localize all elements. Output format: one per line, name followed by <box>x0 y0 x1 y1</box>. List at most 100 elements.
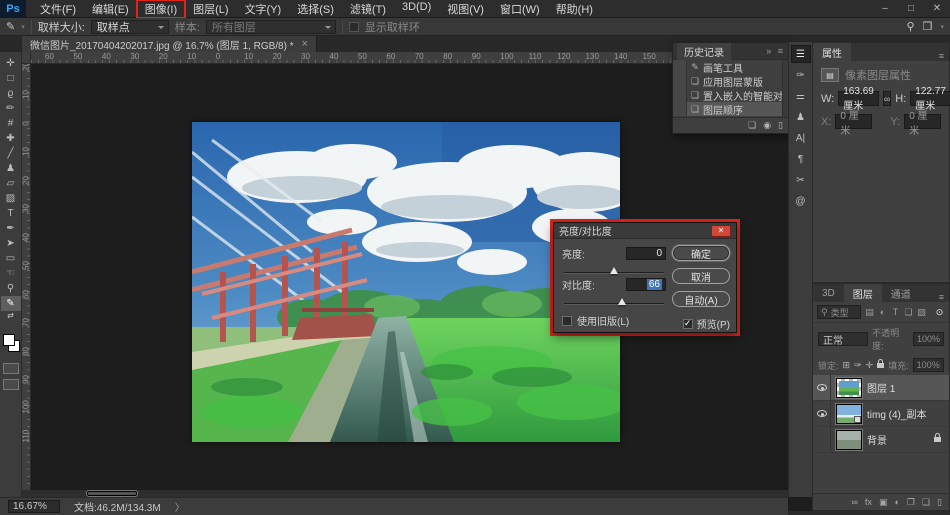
screen-mode-button[interactable] <box>3 379 19 390</box>
ok-button[interactable]: 确定 <box>672 245 730 261</box>
lock-position-icon[interactable]: ✛ <box>866 360 874 371</box>
libraries-panel-icon[interactable]: @ <box>791 192 811 210</box>
layer-style-icon[interactable]: fx <box>865 497 872 507</box>
brush-tool[interactable]: ╱ <box>1 146 21 161</box>
dialog-title-bar[interactable]: 亮度/对比度 ✕ <box>554 223 736 239</box>
workspace-arrow-icon[interactable]: ▾ <box>940 23 944 31</box>
brightness-field[interactable]: 0 <box>626 247 666 260</box>
use-legacy-checkbox[interactable] <box>562 316 572 326</box>
fill-field[interactable]: 100% <box>913 358 944 372</box>
menu-item-3DD[interactable]: 3D(D) <box>394 0 439 18</box>
new-document-from-state-icon[interactable]: ❏ <box>748 120 756 131</box>
maximize-button[interactable]: □ <box>898 0 924 17</box>
menu-item-W[interactable]: 窗口(W) <box>492 0 548 18</box>
sample-dropdown[interactable]: 所有图层 <box>206 20 336 34</box>
eyedropper-tool[interactable]: ✎ <box>1 296 21 311</box>
new-group-icon[interactable]: ❐ <box>907 497 915 508</box>
collapse-panel-icon[interactable]: » <box>766 46 773 56</box>
gradient-tool[interactable]: ▨ <box>1 191 21 206</box>
visibility-toggle[interactable] <box>813 375 831 400</box>
auto-button[interactable]: 自动(A) <box>672 291 730 307</box>
filter-smart-object-icon[interactable]: ▨ <box>916 307 927 318</box>
adjustment-layer-icon[interactable]: ◐ <box>894 497 899 507</box>
layer-thumbnail[interactable] <box>836 430 862 450</box>
visibility-toggle[interactable] <box>813 427 831 452</box>
filter-toggle-icon[interactable]: ⊙ <box>934 307 945 318</box>
filter-type-icon[interactable]: T <box>890 307 901 317</box>
history-source-checkbox[interactable] <box>673 74 687 88</box>
layer-thumbnail[interactable] <box>836 378 862 398</box>
contrast-field[interactable]: 66 <box>626 278 666 291</box>
x-field[interactable]: 0 厘米 <box>835 114 872 129</box>
menu-item-F[interactable]: 文件(F) <box>32 0 84 18</box>
history-state[interactable]: ✎画笔工具 <box>673 60 789 74</box>
delete-state-icon[interactable]: ▯ <box>778 120 783 131</box>
brightness-slider[interactable] <box>564 263 664 273</box>
marquee-tool[interactable]: □ <box>1 71 21 86</box>
layer-row[interactable]: timg (4)_副本 <box>813 401 949 427</box>
filter-shape-icon[interactable]: ❏ <box>903 307 914 318</box>
close-button[interactable]: ✕ <box>924 0 950 17</box>
zoom-tool[interactable]: ⚲ <box>1 281 21 296</box>
panel-menu-icon[interactable]: ≡ <box>939 51 949 61</box>
filter-image-icon[interactable]: ▤ <box>864 307 875 318</box>
contrast-slider-thumb[interactable] <box>618 298 626 305</box>
shape-tool[interactable]: ▭ <box>1 251 21 266</box>
brush-settings-panel-icon[interactable]: ✑ <box>791 66 811 84</box>
layer-row[interactable]: 图层 1 <box>813 375 949 401</box>
history-tab[interactable]: 历史记录 <box>677 43 731 60</box>
lock-transparency-icon[interactable]: ⊞ <box>843 360 851 371</box>
clone-stamp-tool[interactable]: ♟ <box>1 161 21 176</box>
menu-item-I[interactable]: 图像(I) <box>137 0 185 18</box>
zoom-level-field[interactable]: 16.67% <box>8 500 60 513</box>
panel-menu-icon[interactable]: ≡ <box>939 292 949 302</box>
history-source-checkbox[interactable] <box>673 60 687 74</box>
history-state[interactable]: ❏图层顺序 <box>673 102 789 116</box>
adjustments-panel-icon[interactable]: ⚌ <box>791 87 811 105</box>
opacity-field[interactable]: 100% <box>913 332 944 346</box>
tab-close-icon[interactable]: × <box>302 38 308 50</box>
clone-source-panel-icon[interactable]: ♟ <box>791 108 811 126</box>
character-panel-icon[interactable]: A| <box>791 129 811 147</box>
swap-colors-icon[interactable]: ⇄ <box>7 311 14 320</box>
height-field[interactable]: 122.77 厘米 <box>910 91 950 106</box>
dialog-close-button[interactable]: ✕ <box>711 225 731 237</box>
blend-mode-dropdown[interactable]: 正常 <box>818 332 868 346</box>
tab-通道[interactable]: 通道 <box>882 284 920 302</box>
new-layer-icon[interactable]: ❏ <box>922 497 930 508</box>
horizontal-scrollbar[interactable] <box>22 490 788 497</box>
quick-mask-button[interactable] <box>3 363 19 374</box>
eraser-tool[interactable]: ▱ <box>1 176 21 191</box>
lasso-tool[interactable]: ϱ <box>1 86 21 101</box>
search-icon[interactable]: ⚲ <box>907 20 915 33</box>
add-mask-icon[interactable]: ▣ <box>879 497 888 508</box>
lock-pixels-icon[interactable]: ✑ <box>854 360 862 371</box>
y-field[interactable]: 0 厘米 <box>904 114 941 129</box>
document-tab[interactable]: 微信图片_20170404202017.jpg @ 16.7% (图层 1, R… <box>22 36 317 52</box>
tab-properties[interactable]: 属性 <box>813 43 851 61</box>
menu-item-S[interactable]: 选择(S) <box>289 0 342 18</box>
status-expand-icon[interactable]: 〉 <box>175 499 185 514</box>
history-state[interactable]: ❏应用图层蒙版 <box>673 74 789 88</box>
cancel-button[interactable]: 取消 <box>672 268 730 284</box>
filter-adjustment-icon[interactable]: ◐ <box>877 307 888 317</box>
menu-item-L[interactable]: 图层(L) <box>185 0 236 18</box>
new-snapshot-icon[interactable]: ◉ <box>763 120 771 131</box>
foreground-color-swatch[interactable] <box>3 334 15 346</box>
visibility-toggle[interactable] <box>813 401 831 426</box>
path-selection-tool[interactable]: ➤ <box>1 236 21 251</box>
eyedropper-tool-icon[interactable]: ✎ <box>6 20 15 33</box>
brightness-slider-thumb[interactable] <box>610 267 618 274</box>
properties-panel-icon[interactable]: ☰ <box>791 45 811 63</box>
contrast-slider[interactable] <box>564 294 664 304</box>
preview-checkbox[interactable]: ✓ <box>683 319 693 329</box>
spot-healing-tool[interactable]: ✚ <box>1 131 21 146</box>
filter-kind-dropdown[interactable]: ⚲ 类型 <box>817 305 861 319</box>
tool-preset-arrow-icon[interactable]: ▾ <box>21 23 25 31</box>
panel-menu-icon[interactable]: ≡ <box>778 46 785 56</box>
show-sampling-ring-checkbox[interactable] <box>349 22 359 32</box>
history-source-checkbox[interactable] <box>673 102 687 116</box>
history-source-checkbox[interactable] <box>673 88 687 102</box>
delete-layer-icon[interactable]: ▯ <box>937 497 942 508</box>
width-field[interactable]: 163.69 厘米 <box>838 91 879 106</box>
